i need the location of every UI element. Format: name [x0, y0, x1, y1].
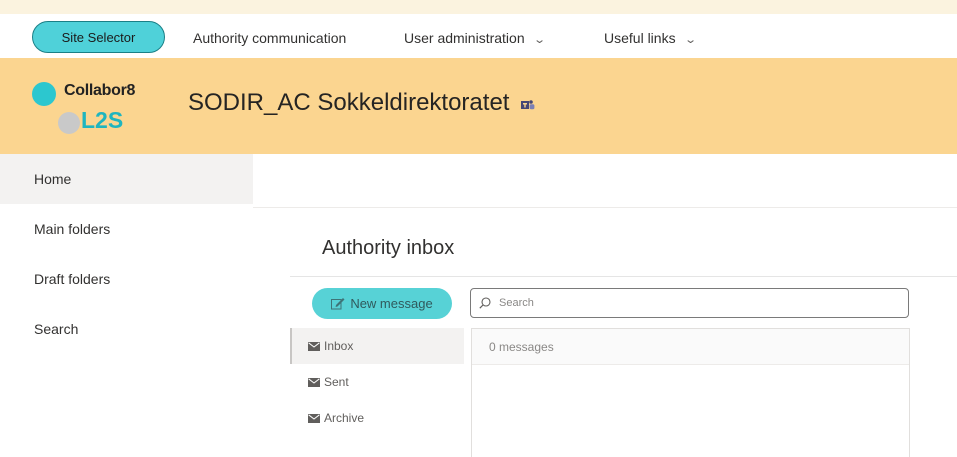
- teams-icon[interactable]: [521, 90, 535, 118]
- leftnav-item-main-folders[interactable]: Main folders: [0, 204, 253, 254]
- leftnav-item-label: Main folders: [34, 221, 111, 237]
- logo-sub-text: L2S: [81, 107, 124, 133]
- message-list: 0 messages: [471, 328, 910, 457]
- nav-link-useful-links[interactable]: Useful links ⌄: [604, 30, 697, 46]
- folder-item-sent[interactable]: Sent: [290, 364, 464, 400]
- chevron-down-icon: ⌄: [683, 34, 697, 46]
- left-navigation: Home Main folders Draft folders Search: [0, 154, 253, 457]
- logo-grey-dot: [58, 112, 80, 134]
- collabor8-logo[interactable]: Collabor8 L2S: [32, 80, 142, 140]
- nav-link-label: Authority communication: [193, 30, 347, 46]
- chevron-down-icon: ⌄: [532, 34, 546, 46]
- nav-link-authority-communication[interactable]: Authority communication: [193, 30, 346, 46]
- search-icon: [479, 297, 491, 309]
- new-message-label: New message: [350, 296, 433, 311]
- leftnav-item-search[interactable]: Search: [0, 304, 253, 354]
- compose-icon: [331, 298, 345, 310]
- leftnav-item-label: Draft folders: [34, 271, 111, 287]
- message-count: 0 messages: [472, 329, 909, 365]
- leftnav-item-label: Home: [34, 171, 72, 187]
- site-header: Collabor8 L2S SODIR_AC Sokkeldirektorate…: [0, 58, 957, 154]
- nav-link-label: User administration: [404, 30, 525, 46]
- top-accent-strip: [0, 0, 957, 14]
- mail-icon: [308, 377, 320, 387]
- folder-list: Inbox Sent Archive: [290, 328, 464, 457]
- command-bar: [253, 154, 957, 208]
- search-box[interactable]: [470, 288, 909, 318]
- logo-brand-text: Collabor8: [64, 82, 136, 99]
- folder-item-label: Sent: [324, 375, 349, 389]
- leftnav-item-label: Search: [34, 321, 79, 337]
- title-divider: [290, 276, 957, 277]
- top-navigation: Site Selector Authority communication Us…: [0, 14, 957, 58]
- site-title-text: SODIR_AC Sokkeldirektoratet: [188, 89, 510, 116]
- folder-item-archive[interactable]: Archive: [290, 400, 464, 436]
- new-message-button[interactable]: New message: [312, 288, 452, 319]
- site-title: SODIR_AC Sokkeldirektoratet: [188, 89, 535, 118]
- logo-teal-dot: [32, 82, 56, 106]
- folder-item-label: Archive: [324, 411, 365, 425]
- page-title: Authority inbox: [322, 237, 455, 259]
- nav-link-label: Useful links: [604, 30, 676, 46]
- site-selector-button[interactable]: Site Selector: [32, 21, 165, 53]
- leftnav-item-home[interactable]: Home: [0, 154, 253, 204]
- search-input[interactable]: [497, 296, 881, 310]
- leftnav-item-draft-folders[interactable]: Draft folders: [0, 254, 253, 304]
- folder-item-label: Inbox: [324, 339, 354, 353]
- nav-link-user-administration[interactable]: User administration ⌄: [404, 30, 546, 46]
- mail-icon: [308, 413, 320, 423]
- mail-icon: [308, 341, 320, 351]
- folder-item-inbox[interactable]: Inbox: [290, 328, 464, 364]
